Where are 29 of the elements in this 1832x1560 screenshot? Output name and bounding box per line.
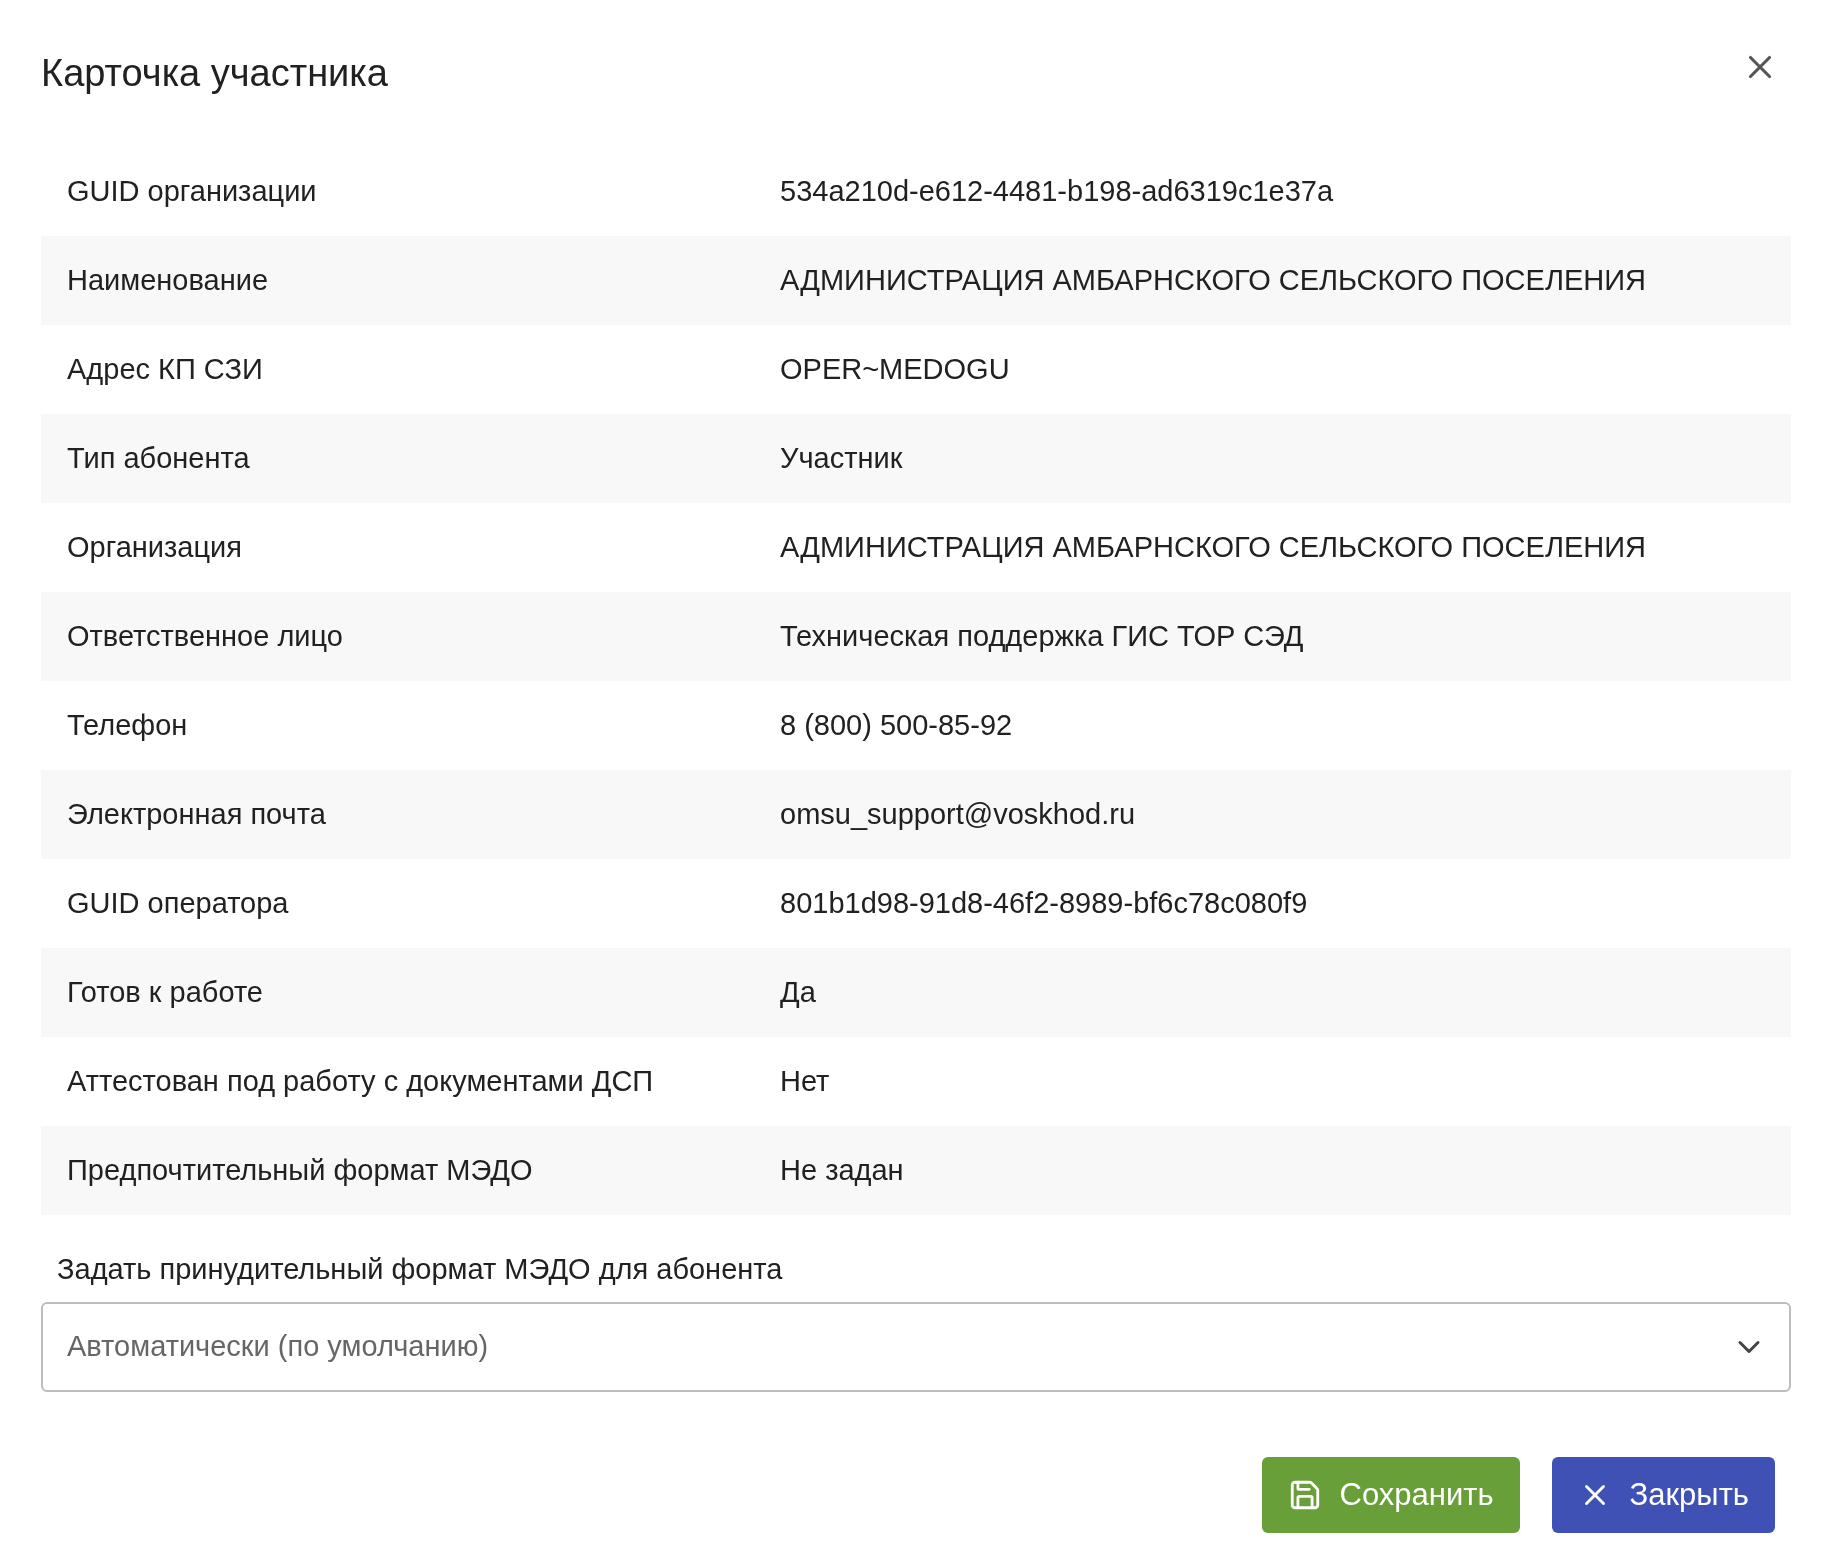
field-label: GUID оператора	[67, 886, 289, 919]
field-label: Телефон	[67, 708, 188, 741]
field-value: Нет	[780, 1064, 830, 1097]
field-label: Наименование	[67, 263, 269, 296]
field-value: Да	[780, 975, 816, 1008]
field-value: 801b1d98-91d8-46f2-8989-bf6c78c080f9	[780, 886, 1308, 919]
field-value: Не задан	[780, 1153, 904, 1186]
select-label: Задать принудительный формат МЭДО для абонента	[57, 1253, 783, 1285]
field-label: GUID организации	[67, 174, 317, 207]
dialog-title: Карточка участника	[41, 51, 388, 96]
save-button[interactable]: Сохранить	[1261, 1457, 1520, 1533]
field-label: Электронная почта	[67, 797, 326, 830]
field-label: Аттестован под работу с документами ДСП	[67, 1064, 654, 1097]
field-label: Тип абонента	[67, 441, 250, 474]
field-value: АДМИНИСТРАЦИЯ АМБАРНСКОГО СЕЛЬСКОГО ПОСЕЛЕНИЯ	[780, 263, 1646, 296]
field-value: OPER~MEDOGU	[780, 352, 1010, 385]
format-select[interactable]: Автоматически (по умолчанию)	[41, 1302, 1791, 1392]
field-label: Предпочтительный формат МЭДО	[67, 1153, 533, 1186]
field-value: Техническая поддержка ГИС ТОР СЭД	[780, 619, 1304, 652]
field-label: Ответственное лицо	[67, 619, 343, 652]
field-label: Адрес КП СЗИ	[67, 352, 263, 385]
field-label: Организация	[67, 530, 242, 563]
field-value: АДМИНИСТРАЦИЯ АМБАРНСКОГО СЕЛЬСКОГО ПОСЕЛЕНИЯ	[780, 530, 1646, 563]
field-value: omsu_support@voskhod.ru	[780, 797, 1136, 830]
close-button[interactable]: Закрыть	[1551, 1457, 1775, 1533]
field-value: 8 (800) 500-85-92	[780, 708, 1013, 741]
field-value: Участник	[780, 441, 903, 474]
field-label: Готов к работе	[67, 975, 263, 1008]
field-value: 534a210d-e612-4481-b198-ad6319c1e37a	[780, 174, 1334, 207]
